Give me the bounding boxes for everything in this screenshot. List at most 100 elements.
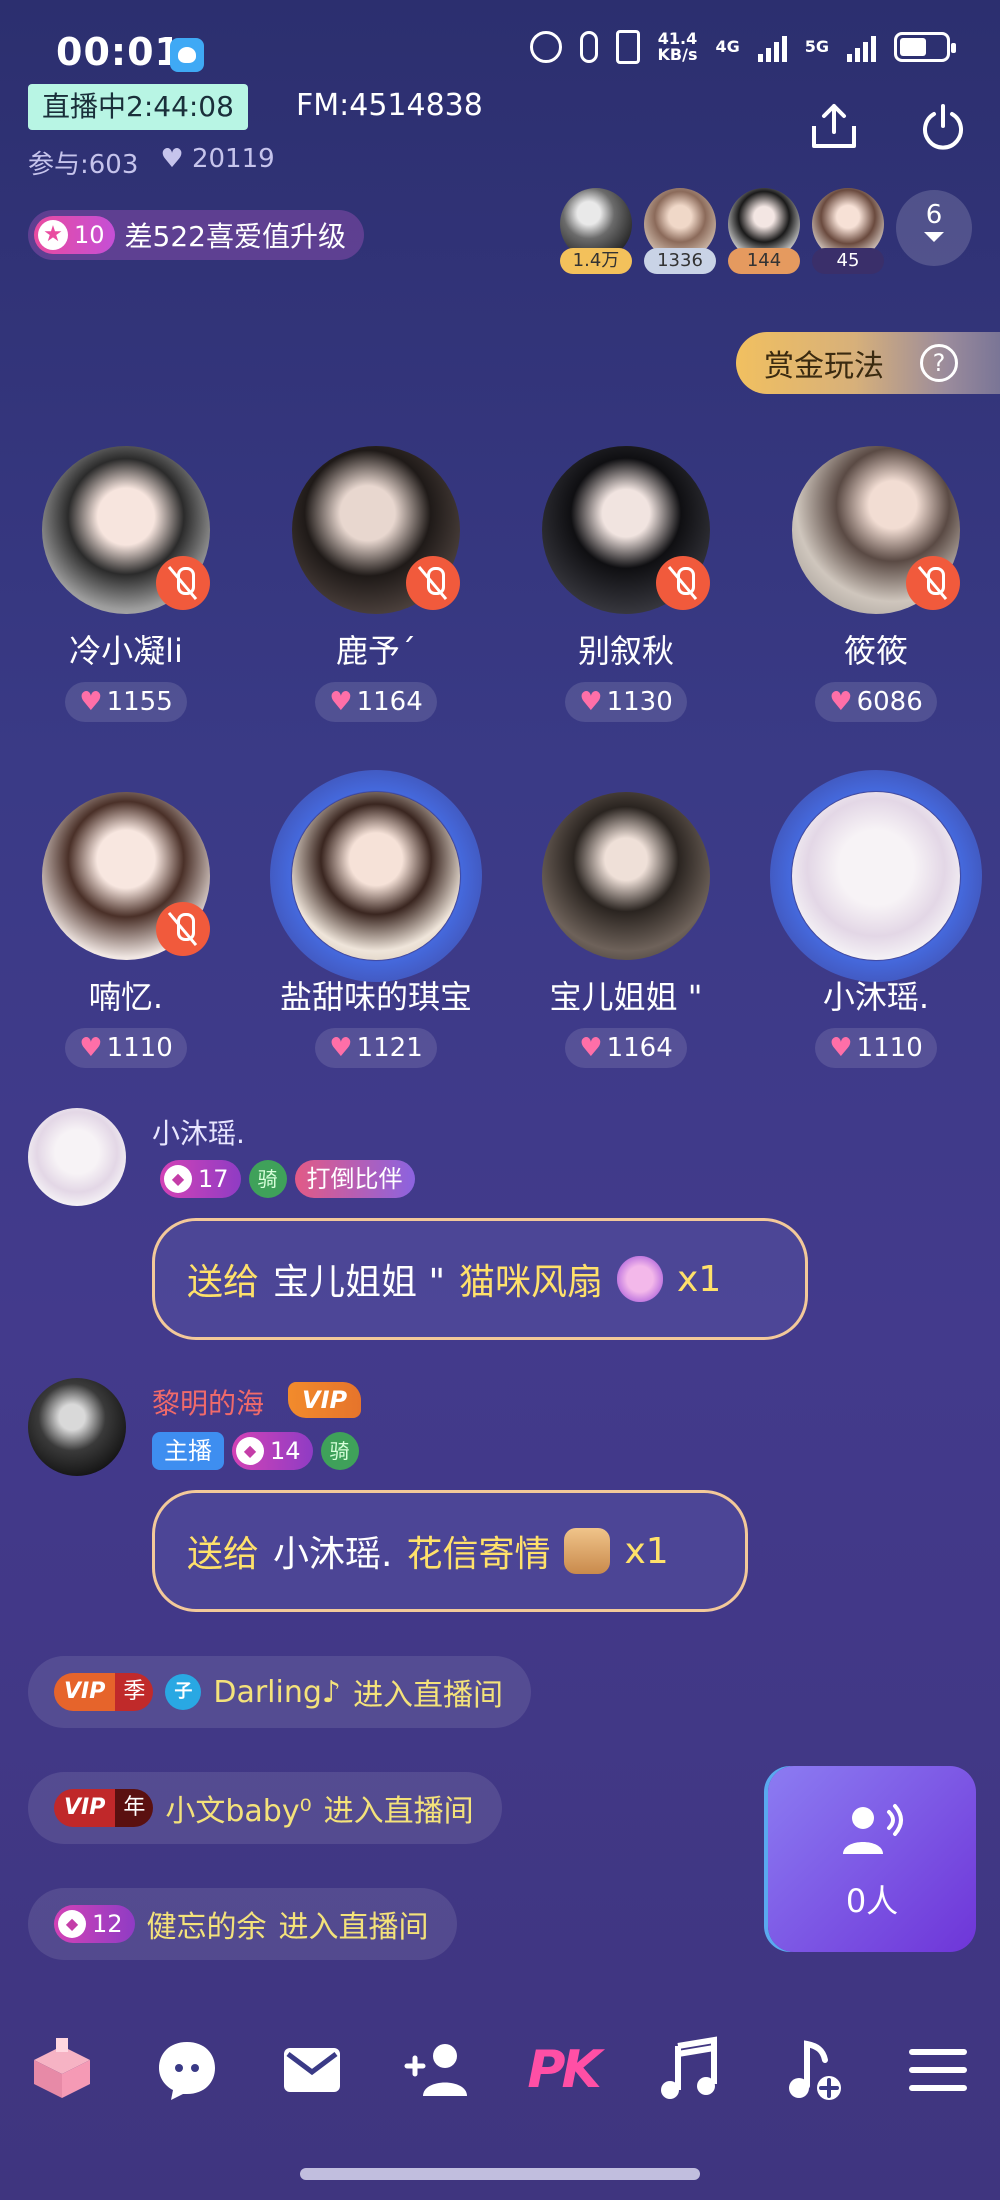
vip-year-badge: VIP 年 bbox=[54, 1789, 154, 1827]
seat-score: ♥ 1110 bbox=[65, 1028, 187, 1068]
user-level-badge: ◆ 17 bbox=[160, 1160, 241, 1198]
seat-avatar[interactable] bbox=[270, 770, 482, 982]
rank-score: 1336 bbox=[644, 248, 716, 274]
speaker-user-icon bbox=[843, 1804, 903, 1854]
likes-count: ♥ 20119 bbox=[160, 144, 275, 174]
gift-action: 送给 bbox=[187, 1534, 260, 1575]
heart-icon: ♥ bbox=[829, 687, 853, 717]
seat[interactable]: 喃忆. ♥ 1110 bbox=[16, 792, 236, 1068]
rank-score: 1.4万 bbox=[560, 248, 632, 274]
game-box-icon[interactable] bbox=[26, 2034, 98, 2106]
seat-avatar[interactable] bbox=[792, 446, 960, 614]
entry-user[interactable]: 小文baby⁰ bbox=[165, 1786, 311, 1830]
mic-muted-icon bbox=[406, 556, 460, 610]
power-icon[interactable] bbox=[918, 102, 968, 152]
seat-avatar[interactable] bbox=[292, 446, 460, 614]
seat-avatar[interactable] bbox=[42, 792, 210, 960]
seat[interactable]: 宝儿姐姐 " ♥ 1164 bbox=[516, 792, 736, 1068]
user-level-badge: ◆ 12 bbox=[54, 1905, 135, 1943]
seat[interactable]: 盐甜味的琪宝 ♥ 1121 bbox=[266, 770, 486, 1068]
level-icon: ◆ bbox=[58, 1910, 86, 1938]
vibrate-icon bbox=[615, 30, 640, 64]
participants-count: 参与:603 bbox=[28, 150, 139, 180]
seat[interactable]: 小沐瑶. ♥ 1110 bbox=[766, 770, 986, 1068]
gift-action: 送给 bbox=[187, 1262, 260, 1303]
heart-icon: ♥ bbox=[829, 1033, 853, 1063]
gift-count: x1 bbox=[624, 1530, 669, 1572]
status-icons: 41.4 KB/s 4G 5G bbox=[529, 29, 956, 64]
heart-icon: ♥ bbox=[160, 144, 192, 174]
chat-username[interactable]: 黎明的海 bbox=[152, 1382, 264, 1422]
seat-avatar[interactable] bbox=[42, 446, 210, 614]
add-music-icon[interactable] bbox=[777, 2034, 849, 2106]
alarm-icon bbox=[529, 31, 562, 63]
seat-avatar[interactable] bbox=[542, 792, 710, 960]
contribution-ranking[interactable]: 1.4万 1336 144 45 bbox=[560, 188, 884, 280]
avatar bbox=[292, 792, 460, 960]
heart-icon: ♥ bbox=[79, 687, 103, 717]
share-icon[interactable] bbox=[808, 102, 860, 150]
pk-button[interactable]: PK bbox=[527, 2034, 601, 2106]
room-fm-id: FM:4514838 bbox=[296, 88, 483, 123]
bottom-toolbar: PK bbox=[0, 2020, 1000, 2120]
ranking-more-button[interactable]: 6 bbox=[896, 190, 972, 266]
avatar[interactable] bbox=[28, 1108, 126, 1206]
seat-score: ♥ 1110 bbox=[815, 1028, 937, 1068]
mail-icon[interactable] bbox=[276, 2034, 348, 2106]
seat-name: 喃忆. bbox=[88, 978, 164, 1016]
help-icon[interactable]: ? bbox=[920, 344, 958, 382]
level-hint: 差522喜爱值升级 bbox=[124, 220, 346, 253]
seat-score: ♥ 1164 bbox=[565, 1028, 687, 1068]
entry-user[interactable]: Darling♪ bbox=[213, 1675, 341, 1710]
level-icon: ◆ bbox=[236, 1437, 264, 1465]
gift-recipient: 宝儿姐姐 " bbox=[273, 1262, 446, 1303]
room-level-badge: ★ 10 bbox=[34, 216, 115, 254]
live-duration-badge: 直播中2:44:08 bbox=[28, 84, 248, 130]
home-indicator[interactable] bbox=[300, 2168, 700, 2180]
network-5g-label: 5G bbox=[804, 37, 829, 56]
entry-user[interactable]: 健忘的余 bbox=[147, 1902, 267, 1946]
rank-item[interactable]: 45 bbox=[812, 188, 884, 280]
bounty-button[interactable]: 赏金玩法 ? bbox=[736, 332, 1000, 394]
vip-season-badge: VIP 季 bbox=[54, 1673, 154, 1711]
entry-action: 进入直播间 bbox=[278, 1910, 429, 1945]
heart-icon: ♥ bbox=[79, 1033, 103, 1063]
mic-muted-icon bbox=[906, 556, 960, 610]
chat-username[interactable]: 小沐瑶. bbox=[152, 1112, 245, 1152]
gift-recipient: 小沐瑶. bbox=[273, 1534, 393, 1575]
seat-score: ♥ 1121 bbox=[315, 1028, 437, 1068]
entry-notice: ◆ 12 健忘的余 进入直播间 bbox=[28, 1888, 457, 1960]
signal-icon bbox=[757, 32, 787, 62]
host-badge: 主播 bbox=[152, 1432, 224, 1470]
seat[interactable]: 冷小凝li ♥ 1155 bbox=[16, 446, 236, 722]
seat-score: ♥ 1155 bbox=[65, 682, 187, 722]
seat-name: 别叙秋 bbox=[577, 632, 674, 670]
network-speed: 41.4 KB/s bbox=[657, 29, 698, 64]
menu-icon[interactable] bbox=[902, 2034, 974, 2106]
seat[interactable]: 别叙秋 ♥ 1130 bbox=[516, 446, 736, 722]
user-tags: 主播 ◆ 14 骑 bbox=[152, 1432, 359, 1470]
gift-cat-fan-icon bbox=[617, 1256, 664, 1302]
seat-avatar[interactable] bbox=[542, 446, 710, 614]
room-stats: 参与:603 ♥ 20119 bbox=[28, 144, 275, 181]
room-level-pill[interactable]: ★ 10 差522喜爱值升级 bbox=[28, 210, 364, 260]
gift-message: 送给 宝儿姐姐 " 猫咪风扇 x1 bbox=[152, 1218, 808, 1340]
user-tags: ◆ 17 骑 打倒比伴 bbox=[160, 1160, 415, 1198]
seat[interactable]: 鹿予´ ♥ 1164 bbox=[266, 446, 486, 722]
gift-message: 送给 小沐瑶. 花信寄情 x1 bbox=[152, 1490, 748, 1612]
rank-item[interactable]: 1.4万 bbox=[560, 188, 632, 280]
add-friend-icon[interactable] bbox=[401, 2034, 473, 2106]
seat[interactable]: 筱筱 ♥ 6086 bbox=[766, 446, 986, 722]
music-icon[interactable] bbox=[652, 2034, 724, 2106]
rank-item[interactable]: 1336 bbox=[644, 188, 716, 280]
wing-badge: 子 bbox=[165, 1674, 202, 1710]
avatar bbox=[542, 792, 710, 960]
chat-bubble-icon[interactable] bbox=[151, 2034, 223, 2106]
user-level-badge: ◆ 14 bbox=[232, 1432, 313, 1470]
rank-score: 45 bbox=[812, 248, 884, 274]
avatar[interactable] bbox=[28, 1378, 126, 1476]
ride-badge: 骑 bbox=[320, 1432, 359, 1470]
seat-avatar[interactable] bbox=[770, 770, 982, 982]
rank-item[interactable]: 144 bbox=[728, 188, 800, 280]
mic-queue-button[interactable]: 0人 bbox=[768, 1766, 976, 1952]
